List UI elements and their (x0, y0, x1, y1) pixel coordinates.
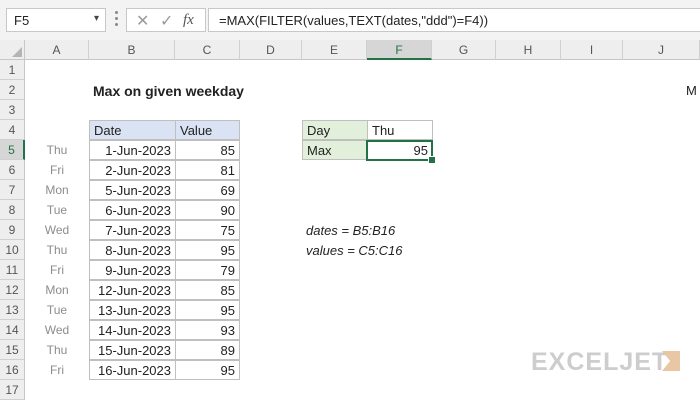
insert-function-icon[interactable]: fx (183, 12, 194, 29)
row-header-8[interactable]: 8 (0, 200, 25, 220)
select-all-corner[interactable] (0, 40, 25, 60)
value-cell[interactable]: 85 (175, 280, 240, 300)
weekday-cell[interactable]: Mon (25, 180, 89, 200)
column-header-b[interactable]: B (89, 40, 175, 60)
column-header-f[interactable]: F (367, 40, 432, 60)
weekday-cell[interactable]: Fri (25, 260, 89, 280)
row-header-16[interactable]: 16 (0, 360, 25, 380)
weekday-cell[interactable]: Wed (25, 320, 89, 340)
date-cell[interactable]: 7-Jun-2023 (89, 220, 176, 240)
worksheet-grid[interactable]: ABCDEFGHIJ 1 2 3 4 5 6 7 8 9 10 11 12 13 14 15 16 17 Max… (0, 40, 700, 400)
column-header-g[interactable]: G (432, 40, 496, 60)
date-cell[interactable]: 9-Jun-2023 (89, 260, 176, 280)
row-header-2[interactable]: 2 (0, 80, 25, 100)
column-header-c[interactable]: C (175, 40, 240, 60)
weekday-cell[interactable]: Tue (25, 300, 89, 320)
weekday-cell[interactable]: Tue (25, 200, 89, 220)
column-header-i[interactable]: I (561, 40, 623, 60)
named-range-note-values[interactable]: values = C5:C16 (302, 241, 406, 261)
weekday-cell[interactable]: Fri (25, 360, 89, 380)
clipped-cell-text[interactable]: M (684, 81, 700, 101)
row-header-7[interactable]: 7 (0, 180, 25, 200)
weekday-cell[interactable]: Thu (25, 240, 89, 260)
name-box-value: F5 (14, 13, 30, 28)
day-input[interactable]: Thu (367, 120, 433, 140)
max-label[interactable]: Max (302, 140, 368, 160)
date-cell[interactable]: 14-Jun-2023 (89, 320, 176, 340)
weekday-cell[interactable]: Wed (25, 220, 89, 240)
chevron-down-icon[interactable]: ▾ (94, 13, 99, 24)
row-header-11[interactable]: 11 (0, 260, 25, 280)
date-cell[interactable]: 13-Jun-2023 (89, 300, 176, 320)
more-options-icon[interactable] (114, 8, 120, 32)
exceljet-logo: EXCELJET (531, 348, 669, 376)
date-header[interactable]: Date (89, 120, 176, 140)
value-cell[interactable]: 90 (175, 200, 240, 220)
value-header[interactable]: Value (175, 120, 240, 140)
value-cell[interactable]: 95 (175, 240, 240, 260)
row-header-15[interactable]: 15 (0, 340, 25, 360)
value-cell[interactable]: 81 (175, 160, 240, 180)
value-cell[interactable]: 93 (175, 320, 240, 340)
column-header-e[interactable]: E (302, 40, 367, 60)
row-header-6[interactable]: 6 (0, 160, 25, 180)
date-cell[interactable]: 2-Jun-2023 (89, 160, 176, 180)
value-cell[interactable]: 95 (175, 360, 240, 380)
weekday-cell[interactable]: Thu (25, 340, 89, 360)
row-header-14[interactable]: 14 (0, 320, 25, 340)
row-header-10[interactable]: 10 (0, 240, 25, 260)
row-header-1[interactable]: 1 (0, 60, 25, 80)
value-cell[interactable]: 69 (175, 180, 240, 200)
row-header-17[interactable]: 17 (0, 380, 25, 400)
date-cell[interactable]: 1-Jun-2023 (89, 140, 176, 160)
date-cell[interactable]: 12-Jun-2023 (89, 280, 176, 300)
day-label[interactable]: Day (302, 120, 368, 140)
row-header-13[interactable]: 13 (0, 300, 25, 320)
column-header-j[interactable]: J (623, 40, 700, 60)
enter-icon[interactable]: ✓ (160, 11, 173, 31)
column-header-a[interactable]: A (25, 40, 89, 60)
formula-bar: F5 ▾ ✕ ✓ fx =MAX(FILTER(values,TEXT(date… (0, 0, 700, 40)
column-header-h[interactable]: H (496, 40, 561, 60)
weekday-cell[interactable]: Fri (25, 160, 89, 180)
value-cell[interactable]: 75 (175, 220, 240, 240)
date-cell[interactable]: 15-Jun-2023 (89, 340, 176, 360)
column-header-d[interactable]: D (240, 40, 302, 60)
formula-text: =MAX(FILTER(values,TEXT(dates,"ddd")=F4)… (219, 13, 489, 28)
value-cell[interactable]: 95 (175, 300, 240, 320)
date-cell[interactable]: 6-Jun-2023 (89, 200, 176, 220)
name-box[interactable]: F5 ▾ (6, 8, 106, 32)
date-cell[interactable]: 16-Jun-2023 (89, 360, 176, 380)
row-header-4[interactable]: 4 (0, 120, 25, 140)
date-cell[interactable]: 8-Jun-2023 (89, 240, 176, 260)
formula-input[interactable]: =MAX(FILTER(values,TEXT(dates,"ddd")=F4)… (208, 8, 700, 32)
value-cell[interactable]: 89 (175, 340, 240, 360)
formula-buttons: ✕ ✓ fx (126, 8, 206, 32)
cancel-icon[interactable]: ✕ (136, 11, 149, 31)
row-header-3[interactable]: 3 (0, 100, 25, 120)
row-header-5[interactable]: 5 (0, 140, 25, 160)
weekday-cell[interactable]: Thu (25, 140, 89, 160)
named-range-note-dates[interactable]: dates = B5:B16 (302, 221, 399, 241)
value-cell[interactable]: 85 (175, 140, 240, 160)
date-cell[interactable]: 5-Jun-2023 (89, 180, 176, 200)
row-header-9[interactable]: 9 (0, 220, 25, 240)
row-header-12[interactable]: 12 (0, 280, 25, 300)
sheet-title[interactable]: Max on given weekday (89, 81, 248, 101)
weekday-cell[interactable]: Mon (25, 280, 89, 300)
max-result[interactable]: 95 (367, 140, 433, 160)
value-cell[interactable]: 79 (175, 260, 240, 280)
